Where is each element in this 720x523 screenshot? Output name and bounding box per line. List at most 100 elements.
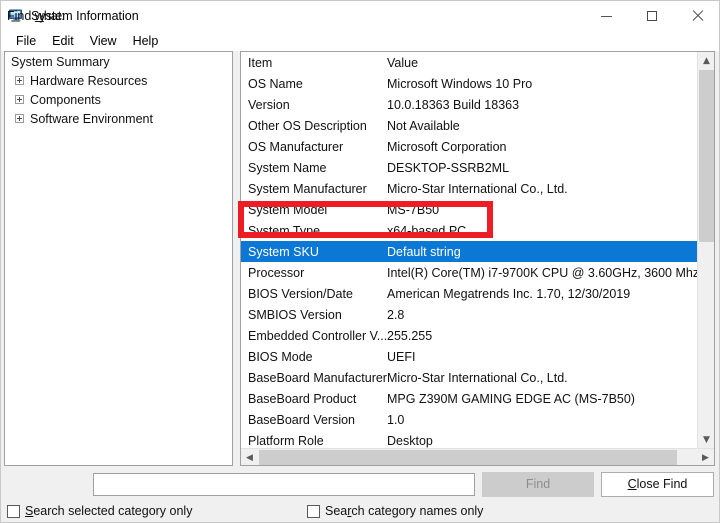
tree-item-components[interactable]: Components: [5, 90, 232, 109]
table-row[interactable]: Other OS Description Not Available: [241, 115, 697, 136]
minimize-icon: [600, 11, 612, 22]
caption-button-group: [583, 1, 719, 31]
cell-value: 10.0.18363 Build 18363: [387, 97, 520, 112]
content-panes: System Summary Hardware Resources Compon…: [1, 51, 719, 469]
expand-plus-icon[interactable]: [15, 76, 24, 85]
tree-item-label: System Summary: [11, 54, 110, 69]
cell-value: Micro-Star International Co., Ltd.: [387, 370, 568, 385]
table-row[interactable]: BIOS Version/Date American Megatrends Inc…: [241, 283, 697, 304]
find-what-label-prefix: Find: [7, 9, 35, 23]
cell-item: Other OS Description: [248, 118, 367, 133]
tree-item-hardware-resources[interactable]: Hardware Resources: [5, 71, 232, 90]
cell-value: 255.255: [387, 328, 433, 343]
close-find-label: lose Find: [636, 477, 688, 491]
list-rows-container: OS Name Microsoft Windows 10 Pro Version 10…: [241, 73, 697, 448]
cell-item: System SKU: [248, 244, 319, 259]
menu-help[interactable]: Help: [125, 31, 167, 51]
tree-item-label: Hardware Resources: [30, 73, 148, 88]
vertical-scrollbar-thumb[interactable]: [699, 70, 714, 242]
table-row[interactable]: Version 10.0.18363 Build 18363: [241, 94, 697, 115]
search-category-names-label: Search category names only: [325, 504, 483, 518]
search-selected-category-text: earch selected category only: [33, 504, 193, 518]
search-selected-category-checkbox-row[interactable]: Search selected category only: [7, 504, 192, 518]
menu-view[interactable]: View: [82, 31, 125, 51]
close-icon: [692, 10, 704, 22]
scroll-up-arrow-icon[interactable]: ▲: [698, 52, 714, 69]
cell-value: MPG Z390M GAMING EDGE AC (MS-7B50): [387, 391, 635, 406]
vertical-scrollbar[interactable]: ▲ ▼: [697, 52, 714, 448]
find-button-label: Find: [525, 477, 551, 491]
table-row[interactable]: Embedded Controller V... 255.255: [241, 325, 697, 346]
find-input[interactable]: [93, 473, 475, 496]
table-row[interactable]: System Manufacturer Micro-Star Internatio…: [241, 178, 697, 199]
cell-value: Microsoft Windows 10 Pro: [387, 76, 533, 91]
table-row[interactable]: BaseBoard Product MPG Z390M GAMING EDGE A…: [241, 388, 697, 409]
search-selected-category-checkbox[interactable]: [7, 504, 20, 518]
table-row[interactable]: BaseBoard Version 1.0: [241, 409, 697, 430]
cell-item: OS Manufacturer: [248, 139, 344, 154]
maximize-icon: [647, 11, 657, 21]
table-row[interactable]: SMBIOS Version 2.8: [241, 304, 697, 325]
table-row[interactable]: Platform Role Desktop: [241, 430, 697, 448]
column-header-value[interactable]: Value: [387, 56, 697, 70]
cell-item: BaseBoard Product: [248, 391, 357, 406]
cell-value: Intel(R) Core(TM) i7-9700K CPU @ 3.60GHz…: [387, 265, 697, 280]
column-header-item[interactable]: Item: [241, 56, 387, 70]
tree-item-label: Software Environment: [30, 111, 153, 126]
find-button[interactable]: Find: [482, 472, 594, 497]
table-row[interactable]: OS Name Microsoft Windows 10 Pro: [241, 73, 697, 94]
details-list[interactable]: Item Value OS Name Microsoft Windows 10 P…: [240, 51, 715, 466]
cell-item: Processor: [248, 265, 305, 280]
menu-file[interactable]: File: [8, 31, 44, 51]
details-list-viewport: Item Value OS Name Microsoft Windows 10 P…: [241, 52, 697, 448]
cell-value: Default string: [387, 244, 461, 259]
minimize-button[interactable]: [583, 1, 629, 31]
scroll-down-arrow-icon[interactable]: ▼: [698, 431, 714, 448]
table-row[interactable]: System Model MS-7B50: [241, 199, 697, 220]
cell-item: SMBIOS Version: [248, 307, 342, 322]
search-category-names-text: ch category names only: [351, 504, 484, 518]
cell-item: Version: [248, 97, 290, 112]
cell-item: OS Name: [248, 76, 303, 91]
category-tree[interactable]: System Summary Hardware Resources Compon…: [4, 51, 233, 466]
table-row[interactable]: BIOS Mode UEFI: [241, 346, 697, 367]
cell-item: Embedded Controller V...: [248, 328, 387, 343]
cell-item: BIOS Version/Date: [248, 286, 353, 301]
table-row[interactable]: BaseBoard Manufacturer Micro-Star Interna…: [241, 367, 697, 388]
menu-edit[interactable]: Edit: [44, 31, 82, 51]
search-category-names-checkbox[interactable]: [307, 504, 320, 518]
table-row[interactable]: Processor Intel(R) Core(TM) i7-9700K CPU …: [241, 262, 697, 283]
tree-item-system-summary[interactable]: System Summary: [5, 52, 232, 71]
table-row[interactable]: System Name DESKTOP-SSRB2ML: [241, 157, 697, 178]
cell-item: BaseBoard Version: [248, 412, 356, 427]
cell-value: Desktop: [387, 433, 433, 448]
cell-item: Platform Role: [248, 433, 324, 448]
scroll-right-arrow-icon[interactable]: ▶: [697, 449, 714, 465]
search-category-names-prefix: Sea: [325, 504, 348, 518]
cell-value: Microsoft Corporation: [387, 139, 507, 154]
close-button[interactable]: [675, 1, 719, 31]
search-category-names-checkbox-row[interactable]: Search category names only: [307, 504, 483, 518]
tree-item-label: Components: [30, 92, 101, 107]
cell-item: BIOS Mode: [248, 349, 313, 364]
scroll-left-arrow-icon[interactable]: ◀: [241, 449, 258, 465]
cell-item: System Type: [248, 223, 321, 238]
cell-value: MS-7B50: [387, 202, 440, 217]
maximize-button[interactable]: [629, 1, 675, 31]
table-row[interactable]: OS Manufacturer Microsoft Corporation: [241, 136, 697, 157]
expand-plus-icon[interactable]: [15, 114, 24, 123]
table-row[interactable]: System SKU Default string: [241, 241, 697, 262]
find-what-label-suffix: hat:: [43, 9, 65, 23]
horizontal-scrollbar[interactable]: ◀ ▶: [241, 448, 714, 465]
menu-bar: File Edit View Help: [1, 31, 719, 51]
tree-item-software-environment[interactable]: Software Environment: [5, 109, 232, 128]
expand-plus-icon[interactable]: [15, 95, 24, 104]
cell-item: System Name: [248, 160, 327, 175]
close-find-accel: C: [627, 477, 637, 491]
cell-value: Not Available: [387, 118, 460, 133]
close-find-button[interactable]: Close Find: [601, 472, 714, 497]
horizontal-scrollbar-thumb[interactable]: [259, 450, 677, 465]
find-what-label: Find what:: [7, 9, 65, 23]
table-row[interactable]: System Type x64-based PC: [241, 220, 697, 241]
cell-value: UEFI: [387, 349, 416, 364]
